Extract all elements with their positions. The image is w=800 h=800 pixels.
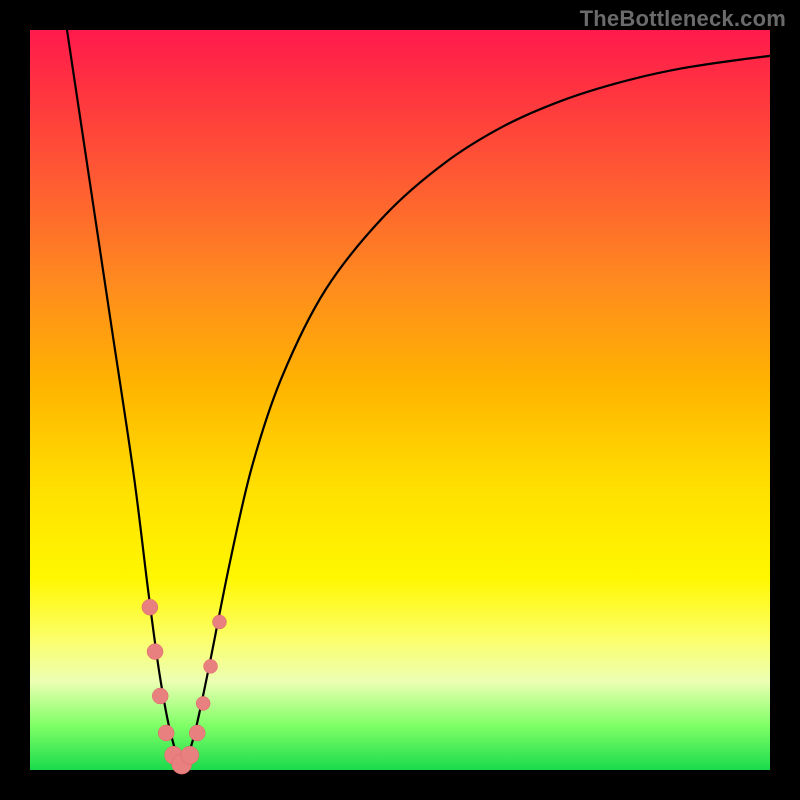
bottleneck-curve	[67, 30, 770, 763]
curve-marker	[212, 615, 226, 629]
curve-marker	[152, 688, 168, 704]
curve-marker	[181, 746, 199, 764]
marker-layer	[142, 599, 227, 774]
plot-area	[30, 30, 770, 770]
curve-marker	[142, 599, 158, 615]
curve-marker	[189, 725, 205, 741]
curve-marker	[158, 725, 174, 741]
chart-svg	[30, 30, 770, 770]
curve-marker	[147, 644, 163, 660]
chart-frame: TheBottleneck.com	[0, 0, 800, 800]
watermark-label: TheBottleneck.com	[580, 6, 786, 32]
curve-marker	[196, 696, 210, 710]
curve-marker	[204, 659, 218, 673]
